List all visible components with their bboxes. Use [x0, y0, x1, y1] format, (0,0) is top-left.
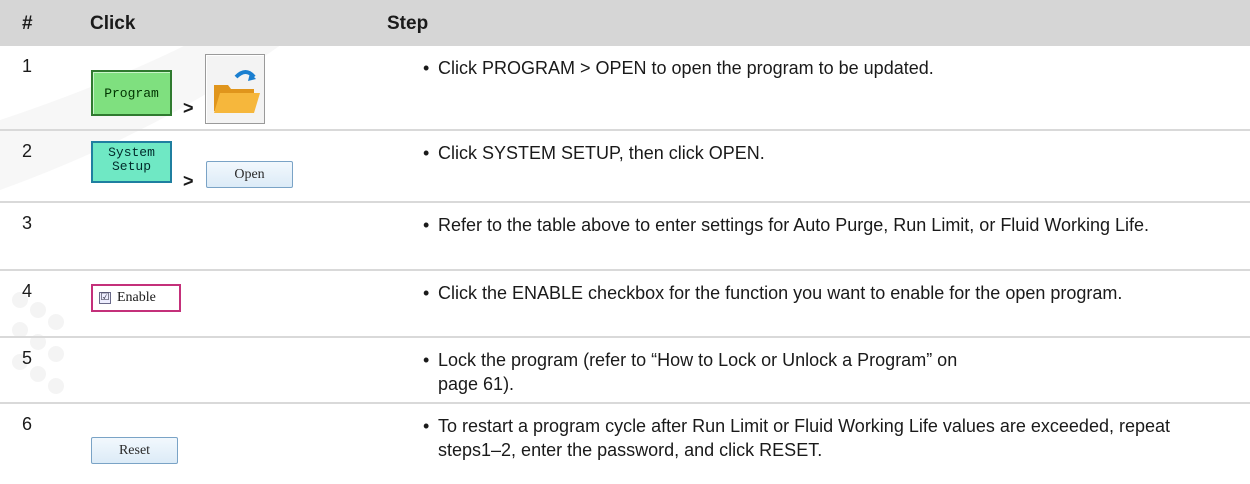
row-number: 6	[22, 414, 33, 434]
step-text: • Lock the program (refer to “How to Lock…	[423, 350, 958, 394]
program-button[interactable]: Program	[91, 70, 172, 116]
table-row: 3 • Refer to the table above to enter set…	[0, 203, 1250, 271]
open-folder-icon	[214, 70, 260, 113]
step-text: • Click PROGRAM > OPEN to open the progra…	[423, 58, 934, 78]
table-row: 1 Program > • Click PROGRAM > OPEN to ope…	[0, 46, 1250, 131]
row-number: 2	[22, 141, 33, 161]
checkbox-icon: ☑	[99, 292, 111, 304]
table-row: 4 ☑ Enable • Click the ENABLE checkbox fo…	[0, 271, 1250, 338]
header-num: #	[22, 13, 33, 34]
reset-button[interactable]: Reset	[91, 437, 178, 464]
row-number: 4	[22, 281, 33, 301]
step-text: • Click SYSTEM SETUP, then click OPEN.	[423, 143, 765, 163]
open-folder-button[interactable]	[205, 54, 265, 124]
open-button[interactable]: Open	[206, 161, 293, 188]
row-number: 5	[22, 348, 33, 368]
table-header: # Click Step	[0, 0, 1250, 46]
step-text: • Refer to the table above to enter setti…	[423, 215, 1150, 235]
procedure-table: # Click Step 1 Program > • Click PROGRAM …	[0, 0, 1250, 484]
separator: >	[183, 171, 194, 191]
enable-checkbox[interactable]: ☑ Enable	[91, 284, 181, 312]
table-row: 2 System Setup > Open • Click SYSTEM SETU…	[0, 131, 1250, 203]
table-row: 6 Reset • To restart a program cycle afte…	[0, 404, 1250, 484]
row-number: 1	[22, 56, 33, 76]
step-text: • Click the ENABLE checkbox for the funct…	[423, 283, 1123, 303]
row-number: 3	[22, 213, 33, 233]
step-text: • To restart a program cycle after Run Li…	[423, 416, 1171, 460]
separator: >	[183, 98, 194, 118]
header-click: Click	[90, 13, 136, 34]
header-step: Step	[387, 13, 429, 34]
system-setup-button[interactable]: System Setup	[91, 141, 172, 183]
table-row: 5 • Lock the program (refer to “How to Lo…	[0, 338, 1250, 404]
